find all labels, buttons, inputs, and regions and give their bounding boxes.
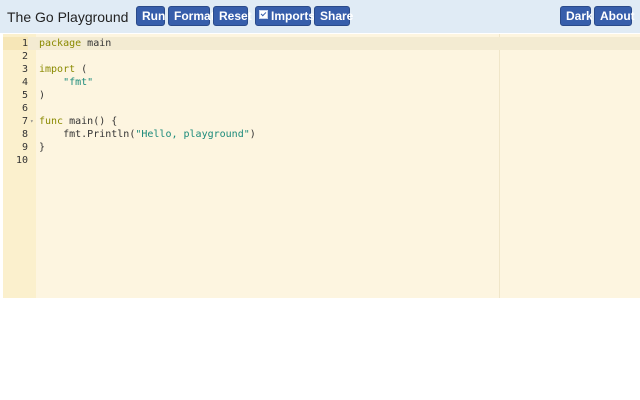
code-token: ) <box>249 129 256 140</box>
line-number: 1 <box>3 37 28 50</box>
string-token: "fmt" <box>63 77 94 88</box>
keyword-token: func <box>39 116 64 127</box>
line-number: 9 <box>21 142 28 153</box>
code-line-10[interactable]: 10 <box>3 154 640 167</box>
code-token: main <box>81 38 112 49</box>
line-number: 2 <box>21 51 28 62</box>
code-line-2[interactable]: 2 <box>3 50 640 63</box>
code-token: fmt.Println( <box>63 129 136 140</box>
code-text[interactable]: import ( <box>39 63 87 76</box>
code-text[interactable]: "fmt" <box>39 76 93 89</box>
line-number: 4 <box>21 77 28 88</box>
code-line-8[interactable]: 8 fmt.Println("Hello, playground") <box>3 128 640 141</box>
share-button[interactable]: Share <box>314 6 353 26</box>
app-title: The Go Playground <box>7 9 129 25</box>
line-number: 3 <box>21 64 28 75</box>
line-number: 8 <box>21 129 28 140</box>
top-bar: The Go Playground Run Format Reset Impor… <box>0 0 640 33</box>
keyword-token: package <box>39 38 82 49</box>
about-button[interactable]: About <box>594 6 635 26</box>
code-editor[interactable]: 1 package main 2 3 import ( 4 "fmt" 5 ) … <box>3 34 640 298</box>
line-number: 10 <box>15 155 28 166</box>
imports-toggle[interactable]: Imports <box>255 6 315 26</box>
code-text[interactable]: fmt.Println("Hello, playground") <box>39 128 256 141</box>
indent-token <box>39 77 63 88</box>
code-token: ( <box>75 64 88 75</box>
code-line-5[interactable]: 5 ) <box>3 89 640 102</box>
indent-token <box>39 129 63 140</box>
string-token: "Hello, playground" <box>135 129 250 140</box>
line-number: 5 <box>21 90 28 101</box>
line-number: 6 <box>21 103 28 114</box>
code-text[interactable]: package main <box>39 37 111 50</box>
code-line-4[interactable]: 4 "fmt" <box>3 76 640 89</box>
code-line-7[interactable]: 7 ▾ func main() { <box>3 115 640 128</box>
code-text[interactable]: func main() { <box>39 115 117 128</box>
code-line-6[interactable]: 6 <box>3 102 640 115</box>
imports-label: Imports <box>271 9 316 23</box>
fold-arrow-icon[interactable]: ▾ <box>30 115 36 128</box>
run-button[interactable]: Run <box>136 6 165 26</box>
imports-checkbox[interactable] <box>259 10 268 19</box>
code-token: main() { <box>63 116 118 127</box>
code-text[interactable]: ) <box>39 89 45 102</box>
code-line-3[interactable]: 3 import ( <box>3 63 640 76</box>
code-line-9[interactable]: 9 } <box>3 141 640 154</box>
format-button[interactable]: Format <box>168 6 215 26</box>
line-number: 7 <box>21 116 28 127</box>
code-line-1[interactable]: 1 package main <box>3 37 640 50</box>
keyword-token: import <box>39 64 76 75</box>
reset-button[interactable]: Reset <box>213 6 252 26</box>
code-text[interactable]: } <box>39 141 45 154</box>
dark-mode-button[interactable]: Dark <box>560 6 593 26</box>
